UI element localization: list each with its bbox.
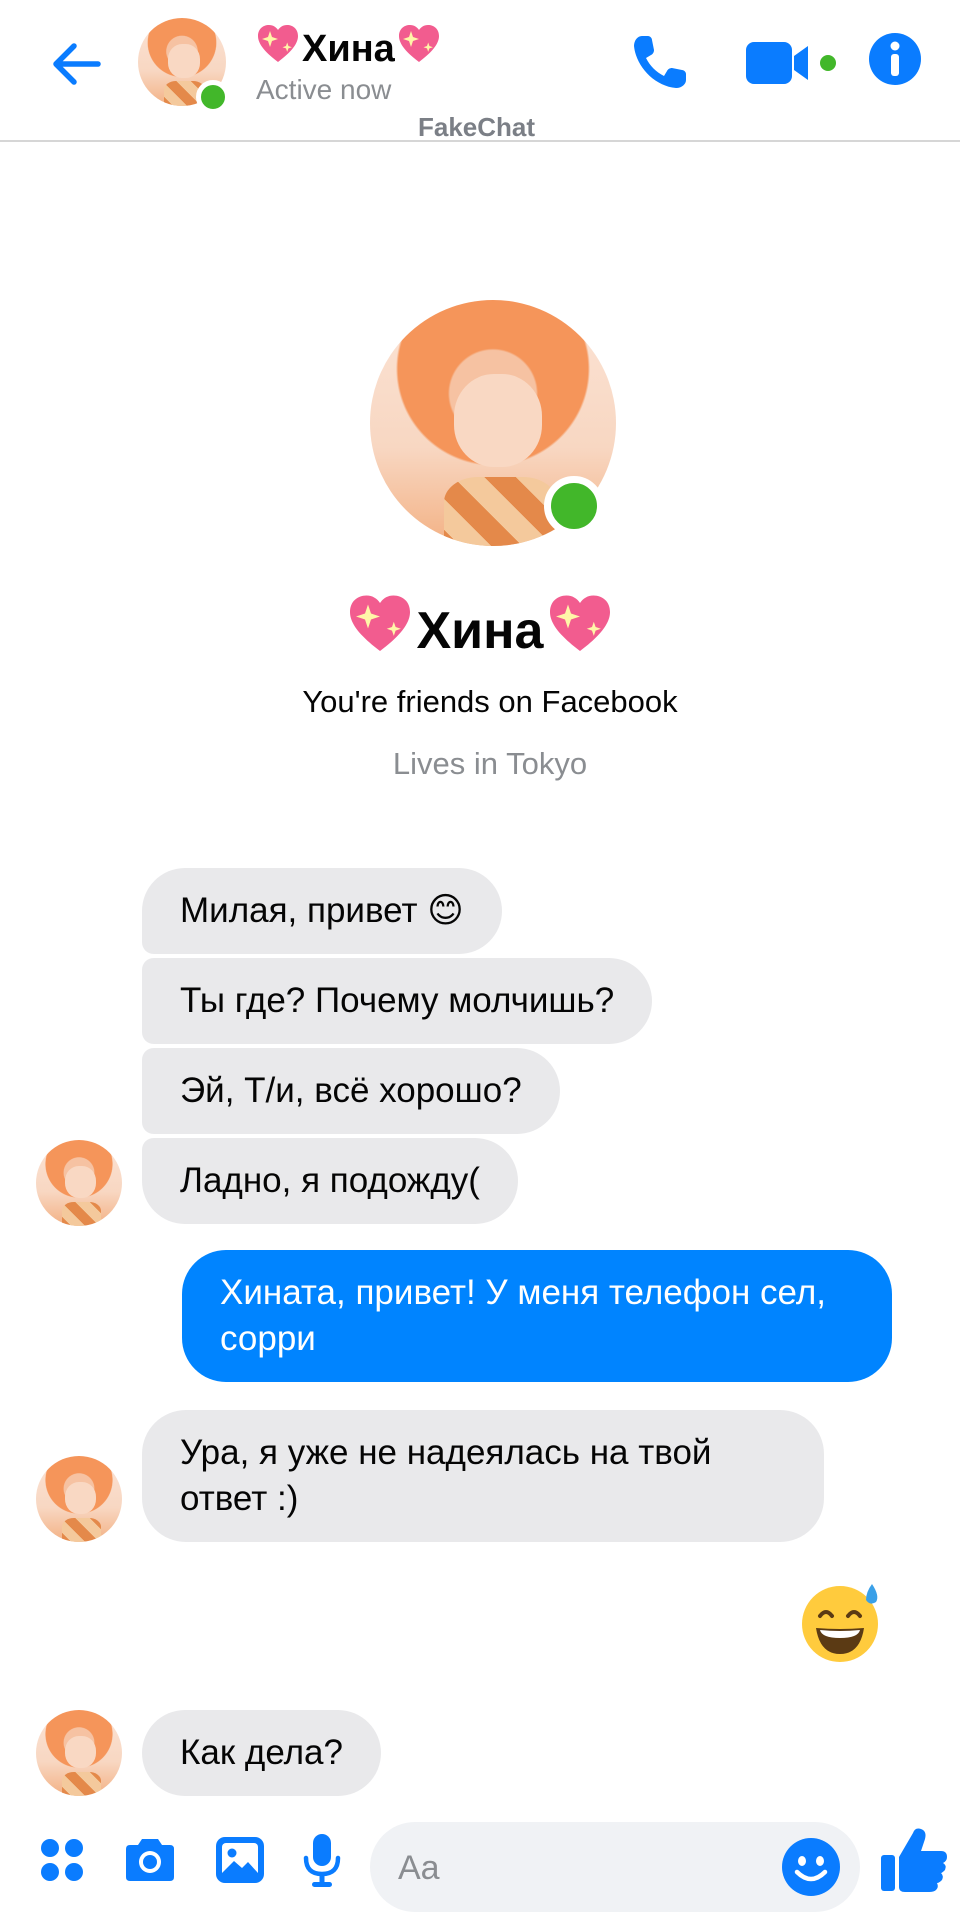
message-bubble[interactable]: Милая, привет 😊 <box>142 868 502 954</box>
message-composer <box>0 1812 960 1920</box>
active-status: Active now <box>256 74 392 105</box>
message-text: Как дела? <box>180 1733 343 1772</box>
info-button[interactable] <box>868 32 922 86</box>
message-bubble[interactable]: Ура, я уже не надеялась на твой ответ :) <box>142 1410 824 1542</box>
sender-avatar[interactable] <box>36 1456 122 1542</box>
apps-button[interactable] <box>32 1830 92 1890</box>
camera-button[interactable] <box>120 1830 180 1890</box>
friends-status: You're friends on Facebook <box>302 684 678 719</box>
watermark: FakeChat <box>418 112 536 142</box>
message-text: Эй, Т/и, всё хорошо? <box>180 1071 522 1110</box>
sparkling-heart-icon <box>347 594 413 667</box>
location-text: Lives in Tokyo <box>392 746 588 781</box>
back-arrow-icon <box>53 43 101 85</box>
profile-name-text: Хина <box>416 601 544 660</box>
avatar <box>36 1456 122 1542</box>
emoji-button[interactable] <box>780 1836 842 1898</box>
voice-call-button[interactable] <box>628 30 692 94</box>
sparkling-heart-icon <box>547 594 613 667</box>
contact-name-header[interactable]: Хина <box>256 24 441 74</box>
message-input[interactable] <box>398 1846 738 1890</box>
gallery-icon <box>216 1837 264 1883</box>
info-icon <box>869 33 921 85</box>
grinning-sweat-emoji-icon <box>802 1584 878 1662</box>
message-text: Ладно, я подожду( <box>180 1161 480 1200</box>
online-indicator <box>544 476 604 536</box>
online-indicator <box>196 80 230 114</box>
camera-icon <box>126 1839 174 1881</box>
contact-avatar[interactable] <box>138 18 230 114</box>
back-button[interactable] <box>46 34 106 94</box>
emoji-icon <box>782 1838 840 1896</box>
microphone-button[interactable] <box>292 1830 352 1890</box>
message-bubble-outgoing[interactable]: Хината, привет! У меня телефон сел, сорр… <box>182 1250 892 1382</box>
profile-avatar[interactable] <box>370 300 616 546</box>
sparkling-heart-icon <box>256 24 300 74</box>
message-bubble[interactable]: Ладно, я подожду( <box>142 1138 518 1224</box>
sender-avatar[interactable] <box>36 1710 122 1796</box>
profile-name: Хина <box>0 594 960 667</box>
video-call-button[interactable] <box>744 38 838 88</box>
sender-avatar[interactable] <box>36 1140 122 1226</box>
sparkling-heart-icon <box>397 24 441 74</box>
message-bubble[interactable]: Эй, Т/и, всё хорошо? <box>142 1048 560 1134</box>
microphone-icon <box>303 1834 341 1887</box>
message-bubble[interactable]: Как дела? <box>142 1710 381 1796</box>
message-bubble[interactable]: Ты где? Почему молчишь? <box>142 958 653 1044</box>
apps-icon <box>41 1839 83 1881</box>
emoji-message[interactable] <box>800 1580 884 1664</box>
avatar <box>36 1710 122 1796</box>
message-text: Ты где? Почему молчишь? <box>180 981 615 1020</box>
like-button[interactable] <box>878 1824 950 1896</box>
video-camera-icon <box>746 42 836 84</box>
phone-icon <box>634 36 686 88</box>
thumbs-up-icon <box>881 1828 947 1892</box>
message-text: Хината, привет! У меня телефон сел, сорр… <box>220 1273 827 1358</box>
message-text: Милая, привет 😊 <box>180 891 464 930</box>
avatar <box>36 1140 122 1226</box>
gallery-button[interactable] <box>210 1830 270 1890</box>
chat-header: Хина Active now FakeChat <box>0 0 960 142</box>
message-input-container[interactable] <box>370 1822 860 1912</box>
message-text: Ура, я уже не надеялась на твой ответ :) <box>180 1433 712 1518</box>
contact-name-text: Хина <box>302 27 395 70</box>
